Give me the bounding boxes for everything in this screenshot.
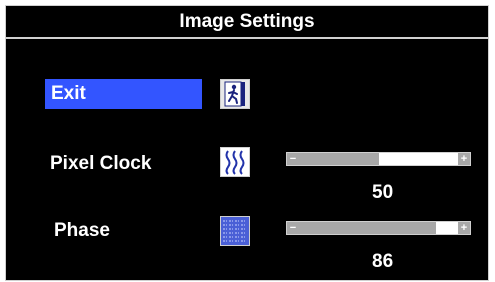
pixel-clock-value: 50 (372, 182, 394, 203)
osd-title: Image Settings (6, 6, 488, 39)
plus-icon[interactable]: + (458, 222, 470, 234)
wave-lines-icon (220, 147, 250, 177)
noise-pattern-icon (220, 216, 250, 246)
phase-value: 86 (372, 251, 394, 272)
exit-person-icon[interactable] (220, 79, 250, 109)
phase-label: Phase (54, 220, 110, 241)
pixel-clock-slider-fill (299, 153, 379, 165)
plus-icon[interactable]: + (458, 153, 470, 165)
phase-slider-fill (299, 222, 436, 234)
osd-window: Image Settings Exit Pixel Clock − + 50 P… (5, 5, 489, 281)
phase-slider[interactable]: − + (286, 221, 471, 235)
pixel-clock-label: Pixel Clock (50, 153, 152, 174)
minus-icon[interactable]: − (287, 222, 299, 234)
pixel-clock-slider[interactable]: − + (286, 152, 471, 166)
exit-button[interactable]: Exit (45, 79, 202, 109)
minus-icon[interactable]: − (287, 153, 299, 165)
